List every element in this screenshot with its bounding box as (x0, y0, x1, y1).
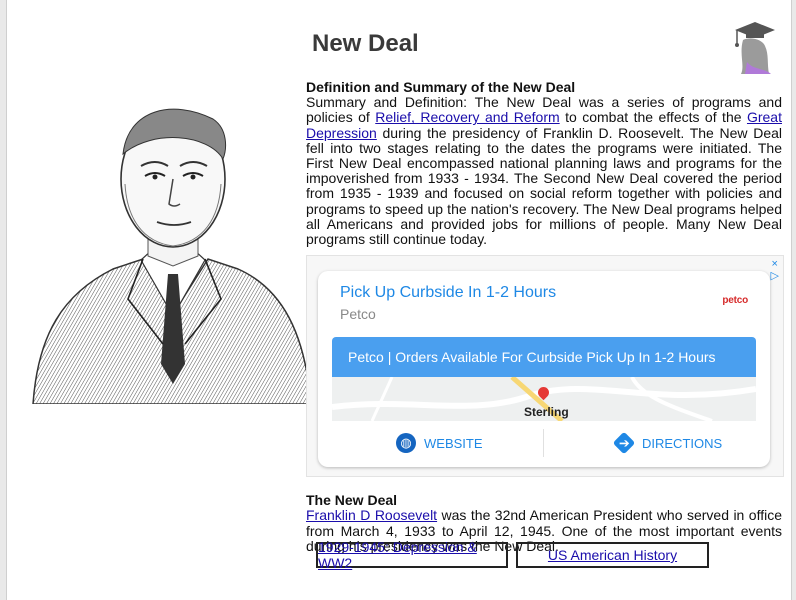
ad-divider (543, 429, 544, 458)
ad-container: × ▷ Pick Up Curbside In 1-2 Hours Petco p… (306, 255, 784, 478)
depression-ww2-box: 1929-1945: Depression & WW2 (316, 539, 508, 571)
us-history-box: US American History (516, 542, 709, 568)
depression-ww2-link[interactable]: 1929-1945: Depression & WW2 (318, 539, 506, 571)
main-content: Definition and Summary of the New Deal S… (306, 79, 784, 554)
section1-paragraph: Summary and Definition: The New Deal was… (306, 95, 782, 247)
page: New Deal Definition and Summary of the N… (6, 0, 792, 600)
ad-headline-bar[interactable]: Petco | Orders Available For Curbside Pi… (332, 337, 756, 378)
petco-logo: petco (722, 295, 748, 307)
ad-title[interactable]: Pick Up Curbside In 1-2 Hours (340, 283, 556, 303)
ad-subtitle: Petco (340, 306, 376, 323)
ad-choices-icon[interactable]: × ▷ (771, 258, 779, 282)
ad-actions: ◍ WEBSITE ➔ DIRECTIONS (332, 427, 756, 459)
directions-button[interactable]: ➔ DIRECTIONS (612, 429, 723, 457)
page-title: New Deal (312, 30, 419, 57)
section2-heading: The New Deal (306, 492, 398, 509)
ad-map[interactable]: Sterling (332, 377, 756, 422)
related-links: 1929-1945: Depression & WW2 US American … (316, 539, 717, 571)
section1-text-b: to combat the effects of the (559, 109, 747, 126)
relief-recovery-reform-link[interactable]: Relief, Recovery and Reform (375, 109, 559, 125)
website-button[interactable]: ◍ WEBSITE (396, 429, 483, 457)
map-label: Sterling (524, 405, 569, 420)
section1-text-c: during the presidency of Franklin D. Roo… (306, 124, 782, 248)
directions-icon: ➔ (612, 431, 636, 455)
section1-heading: Definition and Summary of the New Deal (306, 79, 576, 95)
globe-icon: ◍ (396, 433, 416, 454)
roosevelt-portrait (32, 108, 312, 404)
franklin-roosevelt-link[interactable]: Franklin D Roosevelt (306, 507, 437, 523)
graduate-logo-icon (735, 22, 775, 74)
directions-label: DIRECTIONS (642, 435, 723, 451)
us-american-history-link[interactable]: US American History (548, 547, 677, 563)
ad-card[interactable]: Pick Up Curbside In 1-2 Hours Petco petc… (318, 271, 770, 468)
website-label: WEBSITE (424, 435, 483, 451)
